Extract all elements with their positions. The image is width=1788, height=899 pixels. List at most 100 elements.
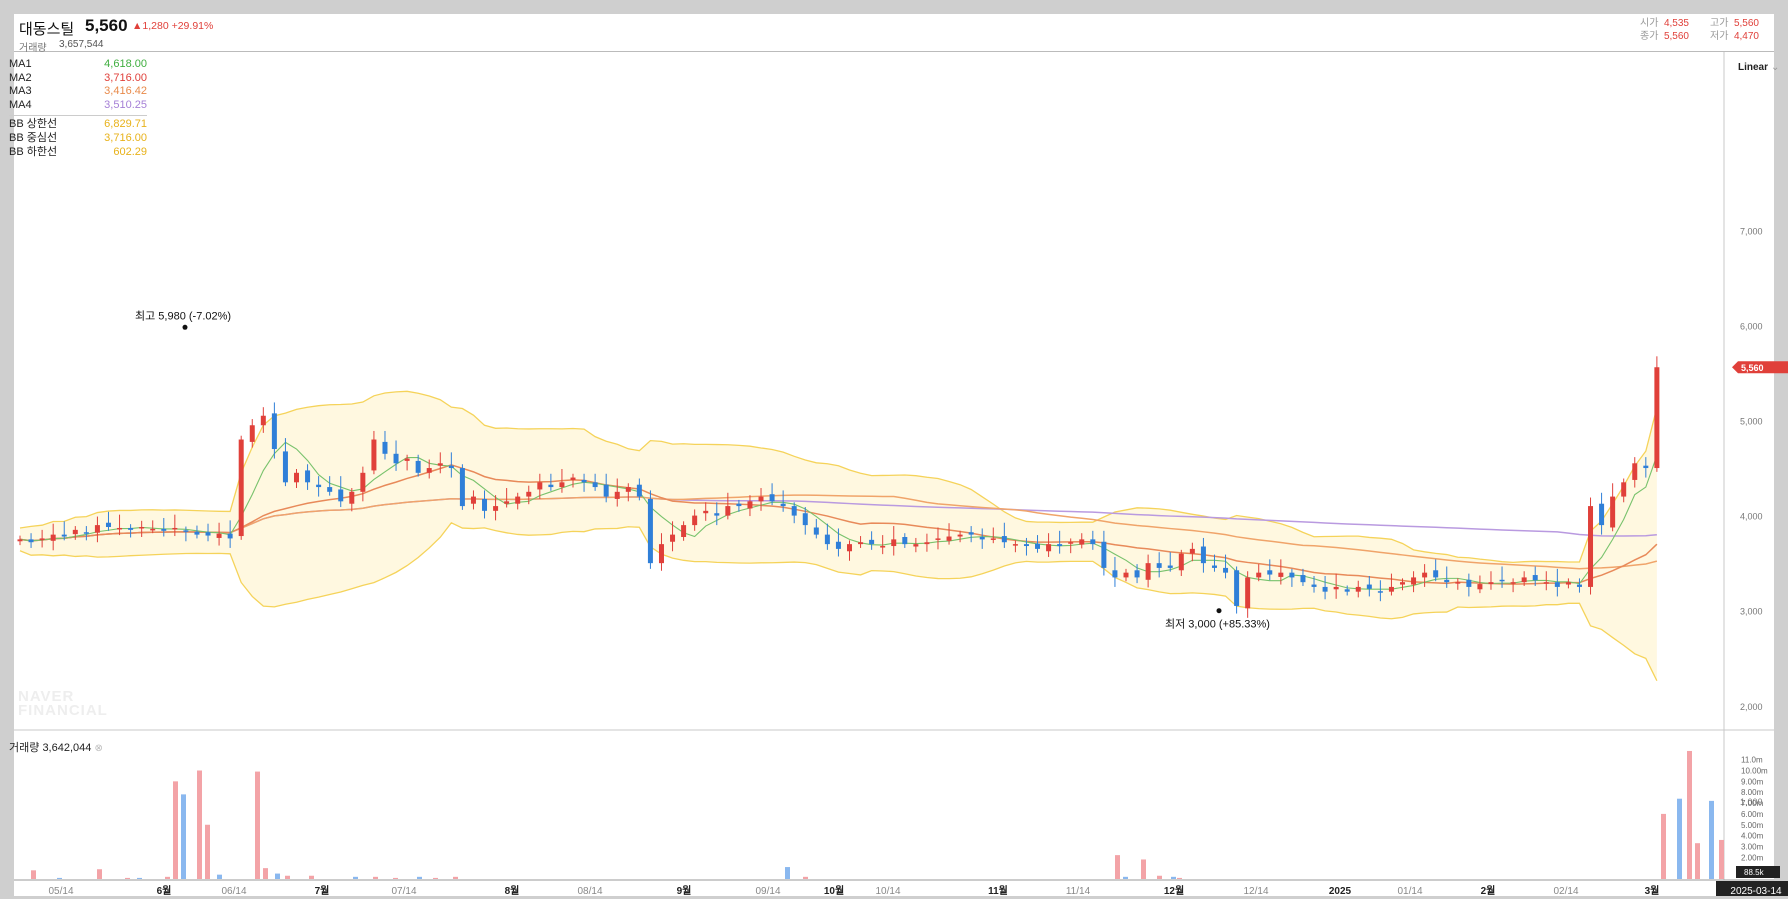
x-tick-label: 02/14	[1553, 886, 1578, 897]
close-icon[interactable]: ⊗	[94, 743, 102, 754]
candle-body	[493, 506, 499, 511]
candle-body	[338, 489, 344, 502]
candle-body	[305, 470, 311, 483]
candle-body	[1023, 544, 1029, 547]
candle-body	[1057, 544, 1063, 547]
volume-bar	[57, 877, 62, 879]
candle-body	[1333, 586, 1339, 590]
candle-body	[371, 439, 377, 471]
candle-body	[1411, 577, 1417, 585]
candle-body	[360, 472, 366, 492]
volume-bar	[205, 824, 210, 879]
legend-ma2: MA2 3,716.00	[9, 71, 147, 84]
x-tick-label: 11월	[988, 885, 1008, 897]
volume-panel-title: 거래량 3,642,044 ⊗	[9, 742, 103, 754]
x-tick-label: 6월	[157, 885, 172, 897]
candle-body	[614, 491, 620, 499]
current-price-label: 5,560	[1741, 363, 1764, 373]
candle-body	[83, 532, 89, 534]
indicator-legend: MA1 4,618.00 MA2 3,716.00 MA3 3,416.42 MA4 3…	[9, 58, 147, 159]
candle-body	[603, 484, 609, 497]
naver-financial-watermark: NAVER FINANCIAL	[18, 688, 108, 719]
candle-body	[249, 425, 255, 442]
candle-body	[1300, 575, 1306, 583]
price-tick-label: 5,000	[1740, 417, 1763, 427]
candle-body	[1433, 570, 1439, 578]
candle-body	[1079, 539, 1085, 545]
x-tick-label: 10/14	[875, 886, 900, 897]
candle-body	[459, 468, 465, 507]
candle-body	[39, 538, 45, 540]
candle-body	[913, 544, 919, 547]
candle-body	[1466, 579, 1472, 587]
candle-body	[946, 536, 952, 541]
legend-ma3: MA3 3,416.42	[9, 85, 147, 98]
candle-body	[128, 527, 134, 530]
candle-body	[1477, 584, 1483, 590]
volume-bar	[197, 770, 202, 879]
candle-body	[869, 539, 875, 545]
scale-dropdown[interactable]: Linear ⌄	[1738, 62, 1779, 73]
candle-body	[847, 544, 852, 552]
candle-body	[172, 527, 178, 530]
price-chart[interactable]: 최고 5,980 (-7.02%)최저 3,000 (+85.33%)1,000…	[0, 0, 1788, 899]
candle-body	[824, 534, 830, 545]
candle-body	[1400, 582, 1405, 585]
legend-bb-lower: BB 하한선 602.29	[9, 145, 147, 158]
candle-body	[581, 479, 587, 483]
candle-body	[1621, 482, 1627, 497]
volume-bar	[173, 781, 178, 879]
volume-tick-label: 9.00m	[1741, 777, 1764, 786]
candle-body	[1455, 582, 1461, 584]
candle-body	[1422, 572, 1428, 578]
x-tick-label: 12/14	[1243, 886, 1268, 897]
candle-body	[316, 484, 322, 488]
candle-body	[94, 525, 100, 533]
volume-bar	[285, 875, 290, 879]
candle-body	[1543, 582, 1549, 584]
candle-body	[1101, 541, 1107, 568]
candle-body	[880, 546, 886, 548]
candle-body	[979, 536, 985, 540]
candle-body	[902, 536, 908, 545]
candle-body	[1001, 536, 1007, 543]
candle-body	[1576, 584, 1582, 587]
volume-bar	[1123, 876, 1128, 879]
legend-ma1: MA1 4,618.00	[9, 58, 147, 70]
candle-body	[504, 501, 510, 504]
x-tick-label: 07/14	[391, 886, 416, 897]
candle-body	[470, 496, 476, 504]
candle-body	[1565, 582, 1571, 585]
price-tick-label: 4,000	[1740, 512, 1763, 522]
chevron-down-icon: ⌄	[1771, 62, 1780, 73]
candle-body	[526, 491, 532, 497]
candle-body	[238, 439, 244, 537]
volume-bar	[255, 771, 260, 879]
candle-body	[1643, 465, 1649, 469]
volume-bar	[309, 875, 314, 879]
candle-body	[858, 542, 864, 545]
volume-bar	[1661, 813, 1666, 879]
candle-body	[1510, 582, 1516, 584]
candle-body	[1189, 548, 1195, 554]
candle-body	[150, 528, 156, 531]
volume-bar	[1719, 839, 1724, 879]
volume-tick-label: 7.00m	[1741, 799, 1764, 808]
volume-bar	[1709, 800, 1714, 879]
candle-body	[968, 532, 974, 535]
candle-body	[1145, 563, 1151, 580]
candle-body	[1245, 577, 1251, 609]
candle-body	[1123, 572, 1129, 578]
candle-body	[448, 465, 454, 469]
candle-body	[271, 413, 277, 450]
candle-body	[548, 484, 554, 488]
candle-body	[50, 534, 56, 541]
volume-tick-label: 3.00m	[1741, 842, 1764, 851]
x-tick-label: 8월	[505, 885, 520, 897]
candle-body	[515, 496, 521, 504]
x-tick-label: 09/14	[755, 886, 780, 897]
candle-body	[1366, 584, 1372, 589]
volume-bar	[217, 874, 222, 879]
candle-body	[1499, 579, 1505, 582]
volume-tick-label: 5.00m	[1741, 821, 1764, 830]
